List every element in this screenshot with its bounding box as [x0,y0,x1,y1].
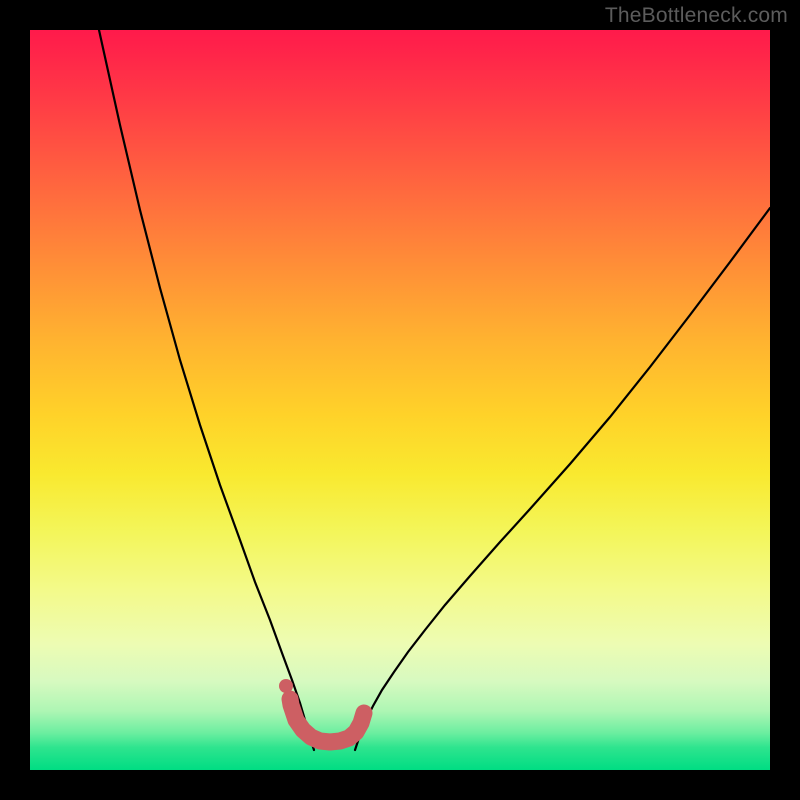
watermark-text: TheBottleneck.com [605,4,788,28]
right-curve-path [355,208,770,750]
curve-layer [30,30,770,770]
chart-stage: TheBottleneck.com [0,0,800,800]
plot-area [30,30,770,770]
marker-group [279,679,364,742]
left-curve-path [99,30,314,750]
marker-lone-dot [279,679,293,693]
